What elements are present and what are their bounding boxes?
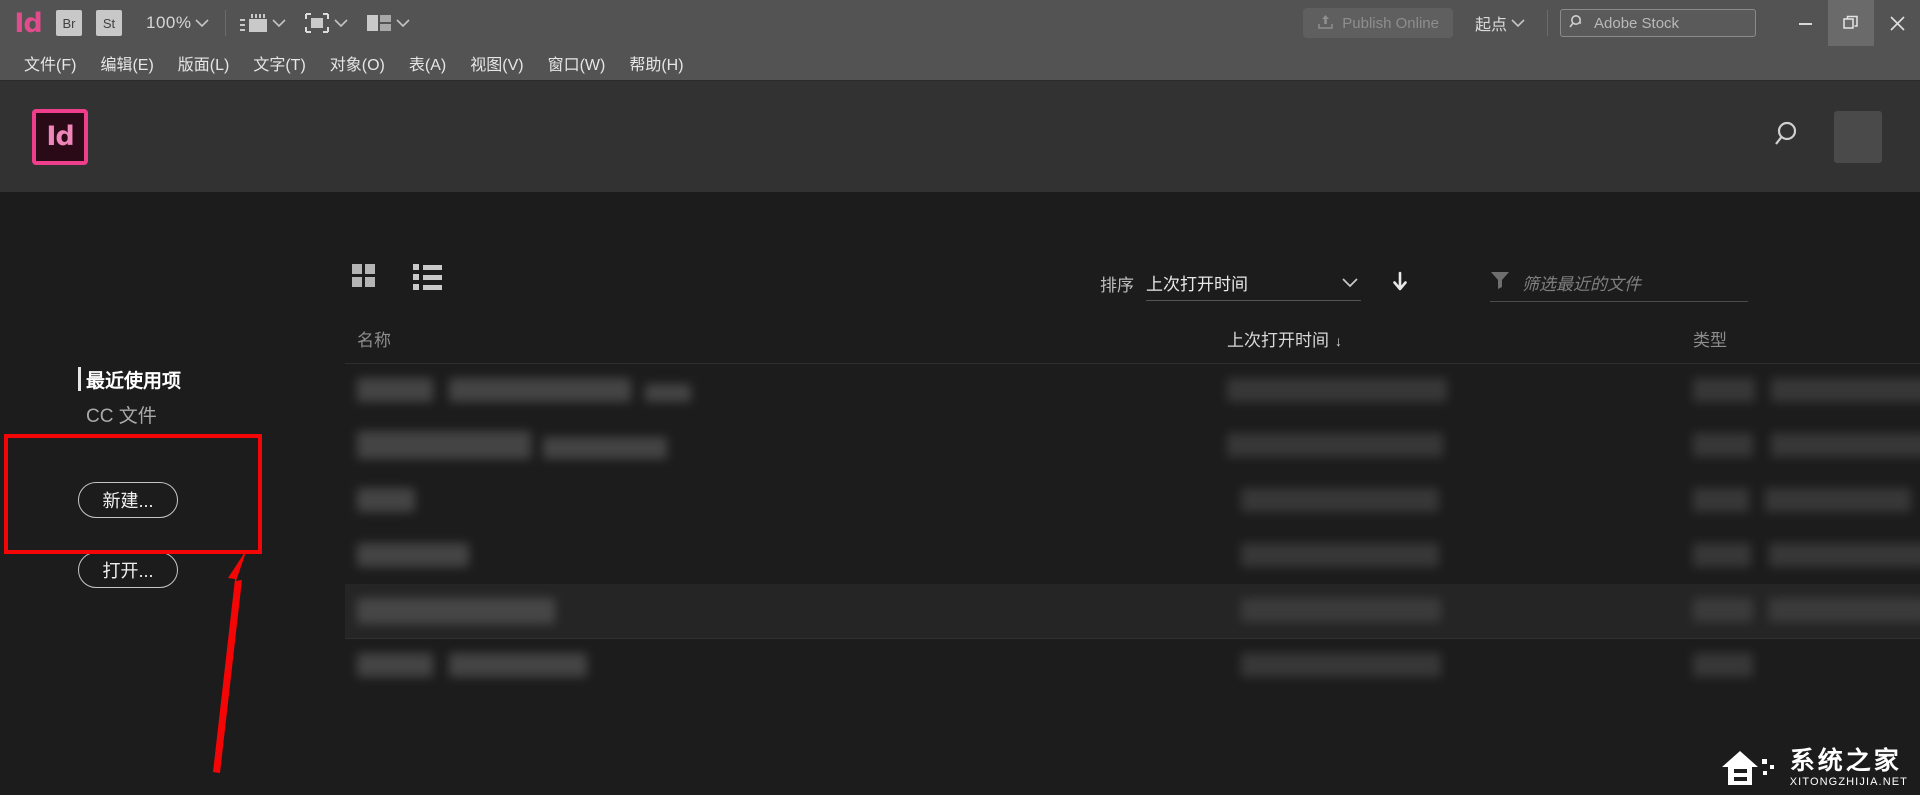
sort-label: 排序	[1100, 276, 1134, 295]
chevron-down-icon[interactable]	[268, 12, 290, 34]
screen-mode-control[interactable]	[238, 12, 290, 34]
start-workspace: 排序 上次打开时间 筛选最近的文件 最近使用项 CC 文件 新建... 打开..…	[0, 192, 1920, 795]
menu-item-window[interactable]: 窗口(W)	[536, 46, 618, 80]
sidebar-item-label: CC 文件	[86, 405, 157, 427]
chevron-down-icon[interactable]	[330, 12, 352, 34]
stock-button[interactable]: St	[96, 10, 122, 36]
minimize-button[interactable]	[1782, 0, 1828, 46]
annotation-arrow-icon	[200, 547, 260, 782]
home-screen-header: Id	[0, 80, 1920, 192]
table-row[interactable]	[345, 419, 1920, 474]
menu-item-layout[interactable]: 版面(L)	[166, 46, 242, 80]
menu-item-object[interactable]: 对象(O)	[318, 46, 397, 80]
workspace-switcher[interactable]: 起点	[1475, 11, 1529, 35]
restore-button[interactable]	[1828, 0, 1874, 46]
indesign-badge-icon: Id	[32, 108, 88, 165]
table-row[interactable]	[345, 364, 1920, 419]
workspace-label: 起点	[1474, 17, 1507, 34]
zoom-control[interactable]: 100%	[136, 12, 213, 34]
column-header-name[interactable]: 名称	[357, 326, 391, 351]
screen-mode-icon[interactable]	[238, 12, 268, 34]
publish-upload-icon	[1317, 13, 1334, 34]
sort-dropdown[interactable]: 上次打开时间	[1146, 270, 1361, 301]
chevron-down-icon[interactable]	[392, 12, 414, 34]
column-header-last-opened[interactable]: 上次打开时间 ↓	[1227, 326, 1342, 351]
open-document-label: 打开...	[102, 561, 154, 581]
stock-search-icon	[1569, 14, 1586, 33]
application-bar: Id Br St 100% Publish Online 起点 Adobe St…	[0, 0, 1920, 46]
menu-item-type[interactable]: 文字(T)	[241, 46, 317, 80]
open-document-button[interactable]: 打开...	[78, 552, 178, 588]
column-header-type[interactable]: 类型	[1693, 326, 1727, 351]
sort-control: 排序 上次打开时间	[1100, 270, 1409, 301]
sidebar-item-label: 最近使用项	[86, 370, 182, 392]
indesign-start-screen: Id Br St 100% Publish Online 起点 Adobe St…	[0, 0, 1920, 795]
list-view-icon[interactable]	[413, 264, 442, 290]
chevron-down-icon[interactable]	[1339, 272, 1361, 294]
site-watermark: 系统之家 XITONGZHIJIA.NET	[1718, 747, 1908, 789]
sidebar-item-cc-files[interactable]: CC 文件	[0, 397, 157, 431]
start-sidebar: 最近使用项 CC 文件 新建... 打开...	[0, 192, 345, 795]
filter-recent-files-input[interactable]: 筛选最近的文件	[1490, 270, 1748, 302]
app-logo-icon: Id	[14, 7, 42, 39]
recent-files-table: 名称 上次打开时间 ↓ 类型	[345, 314, 1920, 694]
view-mode-toggle	[352, 264, 442, 290]
chevron-down-icon[interactable]	[1507, 12, 1529, 34]
sort-descending-arrow-icon[interactable]	[1391, 271, 1409, 301]
menu-item-help[interactable]: 帮助(H)	[617, 46, 695, 80]
watermark-en-label: XITONGZHIJIA.NET	[1789, 775, 1908, 788]
table-row[interactable]	[345, 529, 1920, 584]
toolbar-divider	[225, 10, 227, 36]
adobe-stock-search-input[interactable]: Adobe Stock	[1560, 9, 1756, 37]
filter-input-placeholder: 筛选最近的文件	[1522, 275, 1641, 294]
publish-online-button[interactable]: Publish Online	[1303, 8, 1453, 38]
launch-shortcuts: Br St	[56, 10, 136, 36]
sort-caret-icon: ↓	[1335, 333, 1342, 349]
search-icon[interactable]	[1774, 119, 1804, 154]
sidebar-item-recent[interactable]: 最近使用项	[0, 362, 181, 396]
close-button[interactable]	[1874, 0, 1920, 46]
arrange-documents-icon[interactable]	[366, 13, 392, 33]
annotation-highlight-rectangle	[4, 434, 262, 554]
avatar[interactable]	[1834, 110, 1882, 163]
watermark-cn-label: 系统之家	[1789, 746, 1902, 775]
publish-online-label: Publish Online	[1342, 14, 1439, 32]
menu-item-edit[interactable]: 编辑(E)	[88, 46, 165, 80]
arrange-documents-control[interactable]	[366, 12, 414, 34]
watermark-text: 系统之家 XITONGZHIJIA.NET	[1789, 746, 1908, 788]
menu-bar: 文件(F) 编辑(E) 版面(L) 文字(T) 对象(O) 表(A) 视图(V)…	[0, 46, 1920, 80]
table-header: 名称 上次打开时间 ↓ 类型	[345, 314, 1920, 364]
menu-item-view[interactable]: 视图(V)	[458, 46, 535, 80]
table-row[interactable]	[345, 639, 1920, 694]
watermark-logo-icon	[1718, 747, 1780, 789]
grid-view-icon[interactable]	[352, 264, 375, 290]
menu-item-file[interactable]: 文件(F)	[12, 46, 88, 80]
sort-selected-value: 上次打开时间	[1146, 275, 1248, 294]
filter-funnel-icon	[1490, 270, 1510, 295]
toolbar-divider	[1547, 10, 1548, 36]
window-controls	[1782, 0, 1920, 46]
zoom-level-value: 100%	[146, 13, 192, 32]
bridge-button[interactable]: Br	[56, 10, 82, 36]
chevron-down-icon[interactable]	[191, 12, 213, 34]
view-options-icon[interactable]	[304, 12, 330, 34]
menu-item-table[interactable]: 表(A)	[397, 46, 458, 80]
table-row[interactable]	[345, 584, 1920, 639]
stock-search-placeholder: Adobe Stock	[1594, 14, 1680, 32]
table-row[interactable]	[345, 474, 1920, 529]
view-options-control[interactable]	[304, 12, 352, 34]
